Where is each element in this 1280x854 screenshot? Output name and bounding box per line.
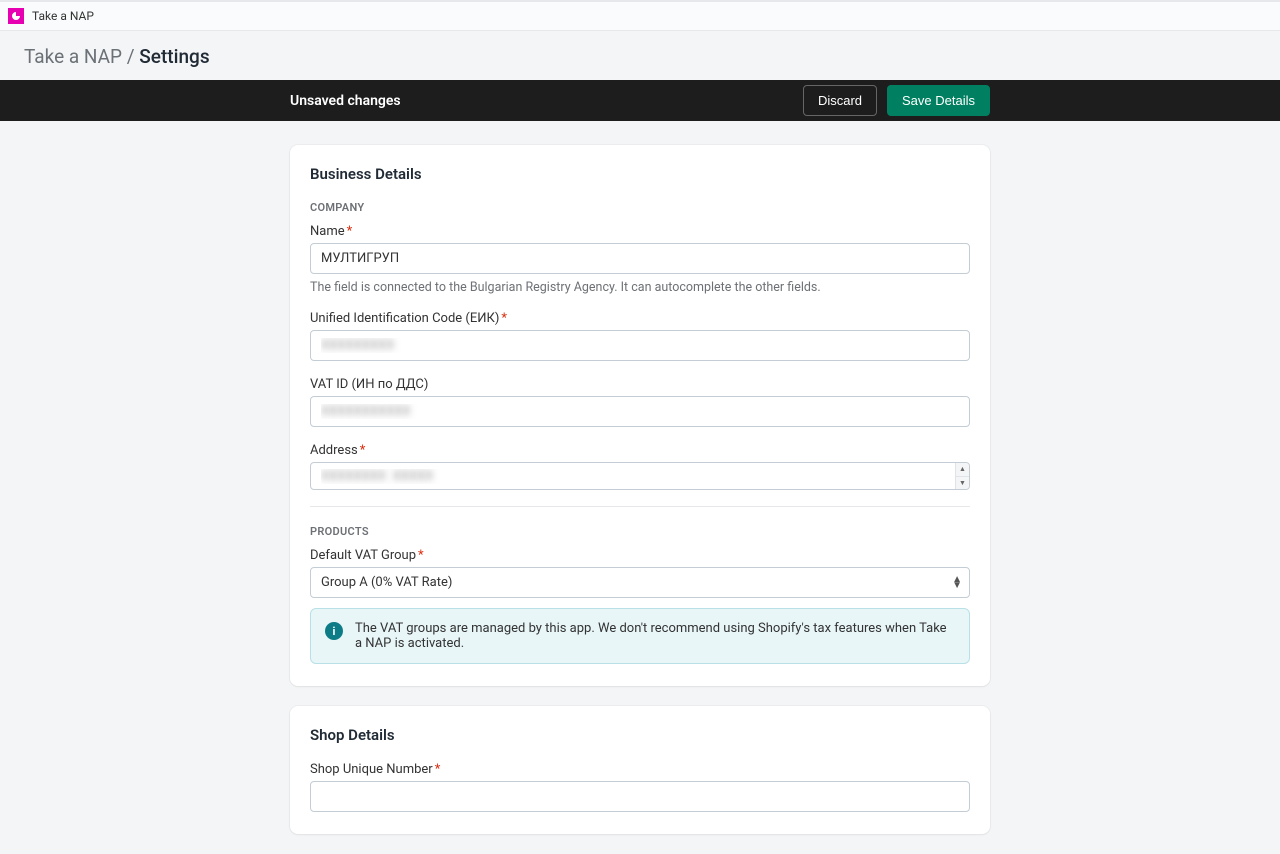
eik-field: Unified Identification Code (ЕИК)* [310,311,970,361]
page-content: Business Details COMPANY Name* The field… [0,121,1280,854]
required-marker: * [347,224,353,239]
vat-id-field: VAT ID (ИН по ДДС) [310,377,970,427]
address-label: Address* [310,443,970,458]
card-title-shop: Shop Details [290,726,990,762]
save-bar: Unsaved changes Discard Save Details [0,80,1280,121]
company-name-label: Name* [310,224,970,239]
chevron-up-icon[interactable]: ▲ [956,463,969,477]
vat-group-label: Default VAT Group* [310,548,970,563]
info-banner-text: The VAT groups are managed by this app. … [355,621,955,651]
app-bar: Take a NAP [0,0,1280,31]
shop-number-field: Shop Unique Number* [310,762,970,812]
required-marker: * [360,443,366,458]
company-subhead: COMPANY [310,201,970,214]
required-marker: * [418,548,424,563]
vat-group-select[interactable]: Group A (0% VAT Rate) [310,567,970,598]
breadcrumb: Take a NAP / Settings [0,31,1280,80]
app-title: Take a NAP [32,9,94,23]
divider [310,506,970,507]
breadcrumb-current: Settings [139,45,209,68]
required-marker: * [501,311,507,326]
save-bar-actions: Discard Save Details [803,85,990,116]
shop-details-card: Shop Details Shop Unique Number* [290,706,990,834]
vat-group-field: Default VAT Group* Group A (0% VAT Rate)… [310,548,970,598]
address-input[interactable] [310,462,970,490]
chevron-down-icon[interactable]: ▼ [956,477,969,490]
app-icon [8,8,24,24]
eik-label: Unified Identification Code (ЕИК)* [310,311,970,326]
card-title-business: Business Details [290,165,990,201]
shop-number-label: Shop Unique Number* [310,762,970,777]
products-subhead: PRODUCTS [310,525,970,538]
save-button[interactable]: Save Details [887,85,990,116]
breadcrumb-separator: / [127,45,135,68]
info-icon: i [325,622,343,640]
required-marker: * [435,762,441,777]
discard-button[interactable]: Discard [803,85,877,116]
business-details-card: Business Details COMPANY Name* The field… [290,145,990,686]
stepper-control[interactable]: ▲ ▼ [955,463,969,489]
vat-id-input[interactable] [310,396,970,427]
vat-id-label: VAT ID (ИН по ДДС) [310,377,970,392]
unsaved-changes-message: Unsaved changes [290,93,401,109]
info-banner: i The VAT groups are managed by this app… [310,608,970,664]
breadcrumb-root[interactable]: Take a NAP [24,45,122,68]
eik-input[interactable] [310,330,970,361]
company-name-input[interactable] [310,243,970,274]
company-name-help: The field is connected to the Bulgarian … [310,280,970,295]
shop-number-input[interactable] [310,781,970,812]
company-name-field: Name* The field is connected to the Bulg… [310,224,970,295]
address-field: Address* ▲ ▼ [310,443,970,490]
